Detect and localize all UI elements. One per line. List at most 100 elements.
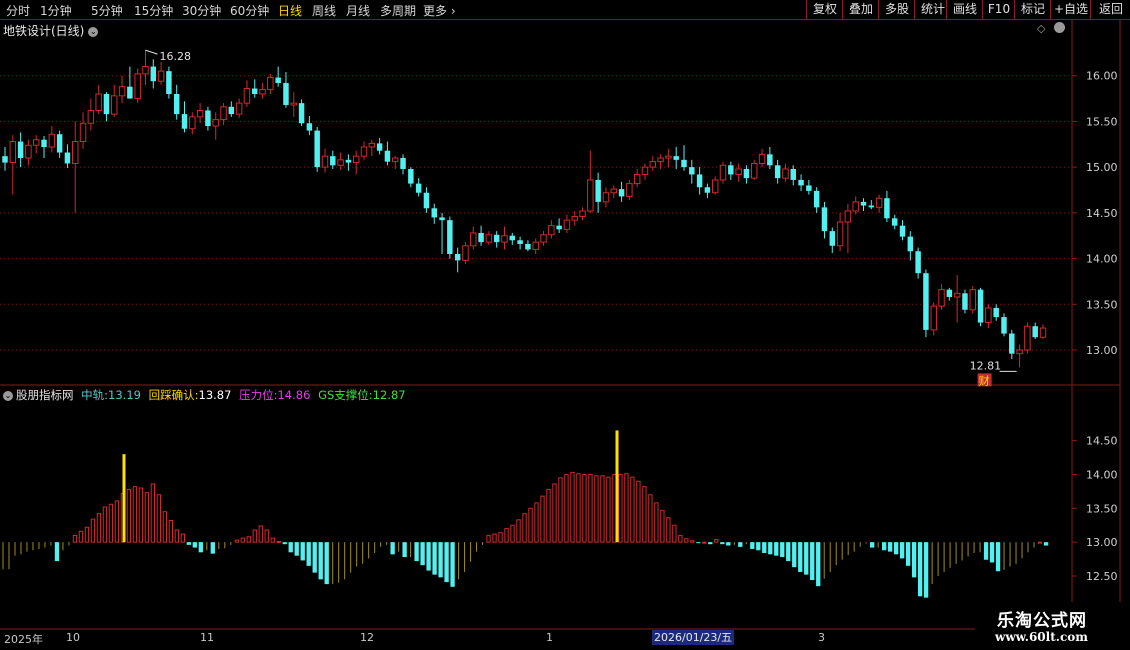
candle-body [618,189,625,197]
indicator-bar [300,542,305,561]
candle-body [166,71,172,94]
indicator-bar [989,542,995,563]
price-tick-label: 15.50 [1086,115,1118,128]
indicator-bar [402,542,407,558]
candle [478,225,484,246]
indicator-bar [696,542,701,544]
candle-body [87,109,95,124]
candle-body [501,235,508,243]
settings-circle-icon[interactable] [1054,22,1065,33]
candle [275,66,281,87]
candle-body [1024,325,1031,351]
candle-body [711,179,719,194]
time-label-mar: 3 [818,631,825,644]
candle-body [751,162,758,179]
indicator-bar [150,483,156,543]
indicator-bar [690,540,695,543]
candle-body [118,86,126,97]
candle-body [391,157,399,163]
indicator-name: 股朋指标网 [16,388,74,402]
indicator-bar [84,526,90,543]
candle-body [142,66,149,75]
candle-body [25,144,32,159]
candle [743,165,750,184]
candle [48,126,56,153]
candle [118,75,126,104]
candle-body [439,217,445,221]
candle [25,139,32,166]
indicator-bar [174,529,179,543]
candle [626,179,633,201]
candle [618,181,625,202]
candle-body [103,94,110,115]
indicator-bar [258,525,263,543]
time-label-oct: 10 [66,631,80,644]
indicator-bar [983,542,989,560]
huicai-value: 13.87 [198,388,232,402]
candle [836,212,844,252]
candle-body [462,245,469,261]
candle-body [946,289,953,297]
indicator-bar [911,542,917,578]
candle [993,304,999,321]
candle-body [181,114,188,129]
indicator-chevron-icon[interactable]: ⌄ [3,390,13,401]
candle-body [868,205,875,208]
diamond-icon[interactable]: ◇ [1037,22,1045,35]
candle-body [32,139,40,146]
candle-body [9,141,17,164]
candle-body [470,232,477,247]
high-pointer [145,49,158,55]
candle [205,106,211,131]
candle [470,226,477,250]
candle [235,98,243,118]
candle-body [509,235,516,241]
candle [196,103,204,124]
candle-body [150,66,157,82]
watermark: 乐淘公式网 www.60lt.com [975,602,1130,650]
candle [321,148,329,173]
candle [290,92,297,117]
candle-body [173,94,180,115]
candle-body [1001,317,1007,334]
candle [1001,313,1007,337]
candle-body [953,292,961,298]
indicator-tick-label: 14.50 [1086,435,1118,448]
indicator-bar [294,542,299,556]
indicator-bar [210,542,215,554]
candle [899,220,906,241]
candle [758,148,766,168]
candle-body [587,179,594,212]
indicator-bar [750,542,755,549]
candle-body [1009,333,1015,354]
indicator-bar [786,542,791,562]
candle [400,154,406,175]
candle-body [571,216,578,221]
candle-body [767,154,773,166]
candle-body [938,289,945,307]
candle-body [704,187,711,193]
indicator-bar [414,542,419,562]
candle [633,168,641,188]
candle-body [774,165,781,179]
candle-body [977,289,984,323]
candle-body [228,106,235,115]
candle [556,218,562,233]
main-panel-title[interactable]: 地铁设计(日线) ⌄ [3,22,99,39]
candle [884,190,890,222]
chevron-down-icon[interactable]: ⌄ [88,26,99,37]
candle [391,156,399,169]
candle [439,212,445,254]
indicator-header: ⌄ 股朋指标网 中轨:13.19 回踩确认:13.87 压力位:14.86 GS支… [3,387,410,403]
indicator-bar [510,524,515,543]
candle [150,59,157,89]
candle-body [48,133,56,148]
indicator-bar [636,480,641,543]
candle-body [314,130,320,168]
indicator-bar [270,537,275,543]
time-label-year: 2025年 [4,633,43,646]
indicator-bar [870,542,875,548]
candle [704,183,711,199]
price-tick-label: 13.00 [1086,344,1118,357]
candle [384,141,391,166]
